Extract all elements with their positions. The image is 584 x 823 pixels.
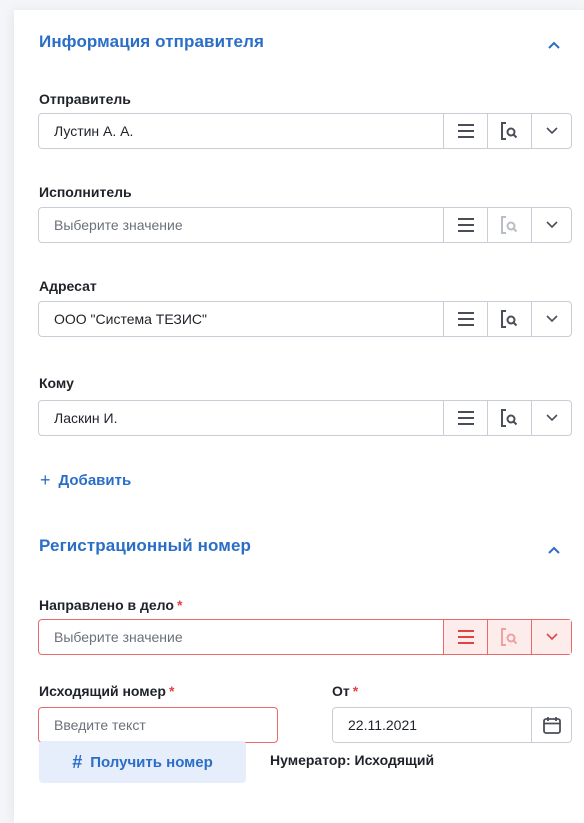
addressee-field[interactable]: ООО "Система ТЕЗИС": [38, 301, 572, 337]
case-label-text: Направлено в дело: [39, 597, 174, 613]
to-value: Ласкин И.: [54, 410, 118, 426]
required-mark: *: [176, 597, 183, 613]
chevron-up-icon: [548, 546, 560, 554]
chevron-up-icon: [548, 41, 560, 49]
executor-field[interactable]: Выберите значение: [38, 207, 572, 243]
sender-section-title: Информация отправителя: [39, 32, 265, 51]
case-field[interactable]: Выберите значение: [38, 619, 572, 655]
case-placeholder: Выберите значение: [54, 629, 183, 645]
search-document-icon: [500, 122, 517, 140]
get-number-button[interactable]: # Получить номер: [39, 741, 246, 783]
to-dropdown-button[interactable]: [531, 401, 571, 435]
search-document-icon: [500, 409, 517, 427]
sender-list-button[interactable]: [443, 114, 487, 148]
executor-placeholder: Выберите значение: [54, 217, 183, 233]
case-list-button[interactable]: [443, 620, 487, 654]
addressee-dropdown-button[interactable]: [531, 302, 571, 336]
form-panel: Информация отправителя Отправитель Лусти…: [14, 10, 584, 823]
list-icon: [457, 218, 474, 232]
search-document-icon: [500, 628, 517, 646]
chevron-down-icon: [545, 414, 558, 422]
date-label: От *: [332, 683, 358, 699]
sender-field[interactable]: Лустин А. А.: [38, 113, 572, 149]
to-field[interactable]: Ласкин И.: [38, 400, 572, 436]
outgoing-number-placeholder: Введите текст: [54, 717, 146, 733]
required-mark: *: [168, 683, 175, 699]
outgoing-number-label: Исходящий номер *: [39, 683, 174, 699]
case-lookup-button[interactable]: [487, 620, 531, 654]
to-lookup-button[interactable]: [487, 401, 531, 435]
date-value: 22.11.2021: [348, 717, 418, 733]
executor-label: Исполнитель: [39, 184, 132, 200]
add-button-label: Добавить: [58, 472, 132, 489]
case-label: Направлено в дело *: [39, 597, 182, 613]
hash-icon: #: [72, 751, 83, 772]
list-icon: [457, 630, 474, 644]
plus-icon: +: [40, 470, 51, 490]
list-icon: [457, 312, 474, 326]
addressee-label: Адресат: [39, 278, 97, 294]
get-number-label: Получить номер: [90, 753, 213, 771]
executor-lookup-button[interactable]: [487, 208, 531, 242]
chevron-down-icon: [545, 315, 558, 323]
addressee-value: ООО "Система ТЕЗИС": [54, 311, 207, 327]
chevron-down-icon: [545, 221, 558, 229]
case-dropdown-button[interactable]: [531, 620, 571, 654]
to-label: Кому: [39, 375, 74, 391]
calendar-button[interactable]: [531, 708, 571, 742]
chevron-down-icon: [545, 127, 558, 135]
calendar-icon: [542, 717, 561, 734]
outgoing-number-input[interactable]: Введите текст: [38, 707, 278, 743]
sender-label: Отправитель: [39, 91, 131, 107]
chevron-down-icon: [545, 633, 558, 641]
addressee-list-button[interactable]: [443, 302, 487, 336]
collapse-sender-section-button[interactable]: [546, 37, 562, 53]
outgoing-number-label-text: Исходящий номер: [39, 683, 166, 699]
executor-list-button[interactable]: [443, 208, 487, 242]
executor-dropdown-button[interactable]: [531, 208, 571, 242]
to-list-button[interactable]: [443, 401, 487, 435]
list-icon: [457, 124, 474, 138]
numerator-text: Нумератор: Исходящий: [270, 752, 435, 768]
sender-value: Лустин А. А.: [54, 123, 134, 139]
list-icon: [457, 411, 474, 425]
sender-dropdown-button[interactable]: [531, 114, 571, 148]
sender-lookup-button[interactable]: [487, 114, 531, 148]
search-document-icon: [500, 310, 517, 328]
collapse-registration-section-button[interactable]: [546, 542, 562, 558]
date-label-text: От: [332, 683, 350, 699]
addressee-lookup-button[interactable]: [487, 302, 531, 336]
search-document-icon: [500, 216, 517, 234]
date-input[interactable]: 22.11.2021: [332, 707, 572, 743]
required-mark: *: [352, 683, 359, 699]
registration-section-title: Регистрационный номер: [39, 536, 251, 555]
add-button[interactable]: + Добавить: [40, 470, 131, 491]
